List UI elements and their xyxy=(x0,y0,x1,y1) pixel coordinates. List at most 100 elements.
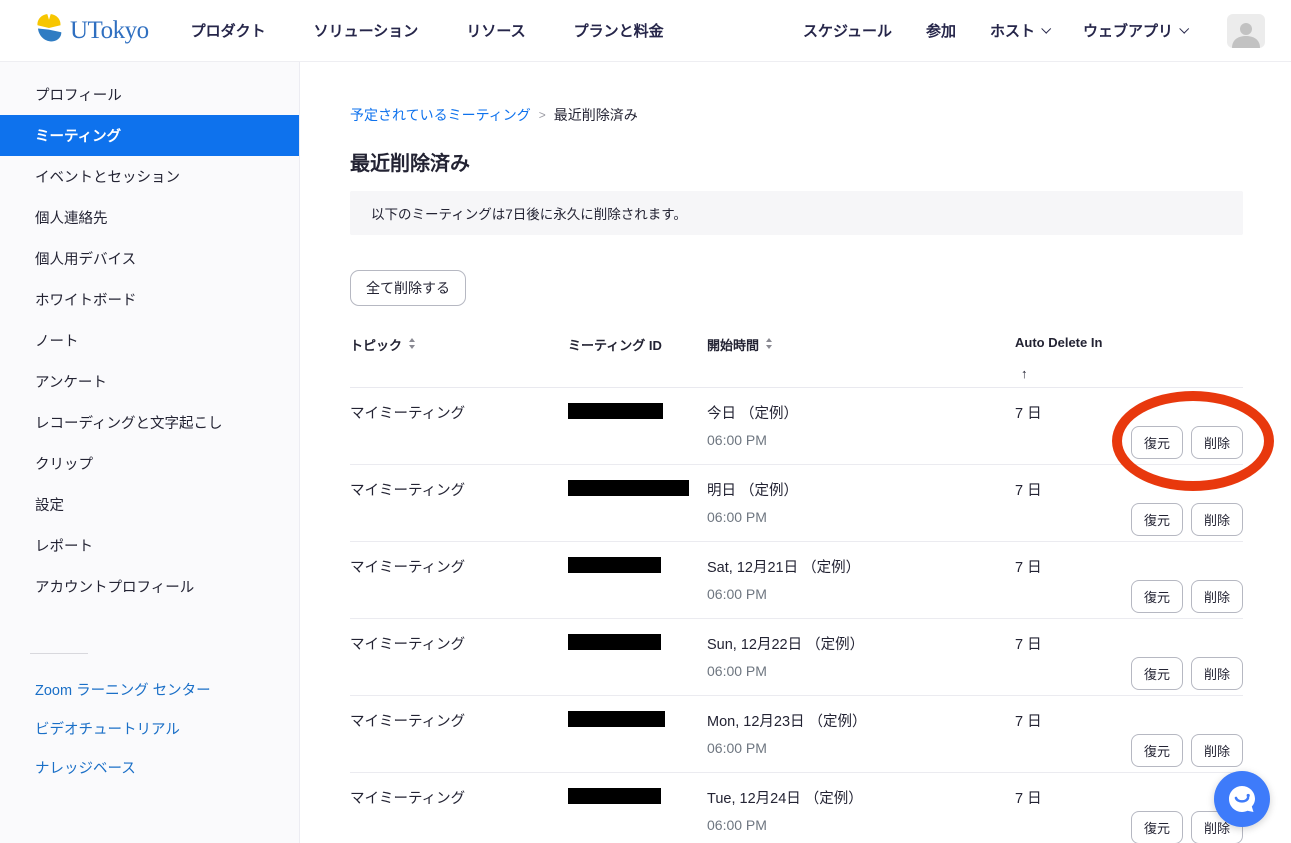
auto-delete-value: 7 日 xyxy=(1015,710,1125,772)
sidebar-item-account-profile[interactable]: アカウントプロフィール xyxy=(0,566,299,607)
sidebar-item-whiteboards[interactable]: ホワイトボード xyxy=(0,279,299,320)
meeting-date: Sun, 12月22日 （定例） xyxy=(707,633,1015,654)
redacted-meeting-id xyxy=(568,711,665,727)
sidebar-item-personal-contacts[interactable]: 個人連絡先 xyxy=(0,197,299,238)
column-header-topic[interactable]: トピック xyxy=(350,335,568,381)
auto-delete-value: 7 日 xyxy=(1015,787,1125,843)
sidebar-item-events-sessions[interactable]: イベントとセッション xyxy=(0,156,299,197)
restore-button[interactable]: 復元 xyxy=(1131,734,1183,767)
delete-button[interactable]: 削除 xyxy=(1191,426,1243,459)
restore-button[interactable]: 復元 xyxy=(1131,811,1183,843)
top-navigation-bar: UTokyo プロダクト ソリューション リソース プランと料金 スケジュール … xyxy=(0,0,1291,62)
row-actions: 復元 削除 xyxy=(1125,710,1243,772)
redacted-meeting-id xyxy=(568,480,689,496)
redacted-meeting-id xyxy=(568,557,661,573)
meeting-topic: マイミーティング xyxy=(350,633,568,695)
utokyo-logo[interactable]: UTokyo xyxy=(34,13,149,48)
utokyo-ginkgo-icon xyxy=(34,13,64,48)
sidebar-link-video-tutorials[interactable]: ビデオチュートリアル xyxy=(0,709,299,748)
nav-item-webapp-menu[interactable]: ウェブアプリ xyxy=(1083,20,1187,41)
meeting-time: 06:00 PM xyxy=(707,663,1015,679)
meeting-topic: マイミーティング xyxy=(350,710,568,772)
restore-button[interactable]: 復元 xyxy=(1131,657,1183,690)
delete-button[interactable]: 削除 xyxy=(1191,734,1243,767)
meeting-time: 06:00 PM xyxy=(707,817,1015,833)
nav-item-join[interactable]: 参加 xyxy=(926,20,956,41)
auto-delete-value: 7 日 xyxy=(1015,479,1125,541)
meeting-time: 06:00 PM xyxy=(707,586,1015,602)
breadcrumb-upcoming-meetings[interactable]: 予定されているミーティング xyxy=(350,105,531,125)
delete-button[interactable]: 削除 xyxy=(1191,503,1243,536)
meeting-date: Tue, 12月24日 （定例） xyxy=(707,787,1015,808)
nav-item-resources[interactable]: リソース xyxy=(466,20,525,41)
table-row: マイミーティング 明日 （定例） 06:00 PM 7 日 復元 削除 xyxy=(350,465,1243,542)
sidebar-item-reports[interactable]: レポート xyxy=(0,525,299,566)
table-row: マイミーティング Mon, 12月23日 （定例） 06:00 PM 7 日 復… xyxy=(350,696,1243,773)
chat-support-widget[interactable] xyxy=(1214,771,1270,827)
chevron-down-icon xyxy=(1041,23,1051,33)
sidebar-item-surveys[interactable]: アンケート xyxy=(0,361,299,402)
meeting-topic: マイミーティング xyxy=(350,787,568,843)
redacted-meeting-id xyxy=(568,788,661,804)
meeting-time: 06:00 PM xyxy=(707,740,1015,756)
nav-item-host-menu[interactable]: ホスト xyxy=(990,20,1049,41)
column-header-actions xyxy=(1125,335,1243,381)
meeting-topic: マイミーティング xyxy=(350,479,568,541)
row-actions: 復元 削除 xyxy=(1125,556,1243,618)
account-nav: スケジュール 参加 ホスト ウェブアプリ xyxy=(803,14,1265,48)
table-row: マイミーティング Sun, 12月22日 （定例） 06:00 PM 7 日 復… xyxy=(350,619,1243,696)
sidebar-divider xyxy=(30,653,88,654)
column-header-start-time[interactable]: 開始時間 xyxy=(707,335,1015,381)
sidebar-item-clips[interactable]: クリップ xyxy=(0,443,299,484)
auto-delete-value: 7 日 xyxy=(1015,402,1125,464)
nav-item-plans-pricing[interactable]: プランと料金 xyxy=(574,20,664,41)
meeting-topic: マイミーティング xyxy=(350,556,568,618)
page-title: 最近削除済み xyxy=(350,147,1243,176)
row-actions: 復元 削除 xyxy=(1125,402,1243,464)
sidebar-link-knowledge-base[interactable]: ナレッジベース xyxy=(0,748,299,787)
sidebar-item-settings[interactable]: 設定 xyxy=(0,484,299,525)
breadcrumb-separator: > xyxy=(539,108,546,122)
delete-button[interactable]: 削除 xyxy=(1191,580,1243,613)
table-row: マイミーティング 今日 （定例） 06:00 PM 7 日 復元 削除 xyxy=(350,388,1243,465)
column-header-meeting-id: ミーティング ID xyxy=(568,335,707,381)
sidebar-link-learning-center[interactable]: Zoom ラーニング センター xyxy=(0,670,299,709)
restore-button[interactable]: 復元 xyxy=(1131,580,1183,613)
row-actions: 復元 削除 xyxy=(1125,479,1243,541)
table-header-row: トピック ミーティング ID 開始時間 Auto Delete In ↑ xyxy=(350,335,1243,388)
meeting-topic: マイミーティング xyxy=(350,402,568,464)
meeting-time: 06:00 PM xyxy=(707,509,1015,525)
chat-bubble-icon xyxy=(1227,784,1257,814)
column-header-auto-delete-in[interactable]: Auto Delete In ↑ xyxy=(1015,335,1125,381)
user-avatar[interactable] xyxy=(1227,14,1265,48)
meeting-date: 明日 （定例） xyxy=(707,479,1015,500)
sort-icon[interactable] xyxy=(766,338,772,349)
nav-item-solutions[interactable]: ソリューション xyxy=(314,20,419,41)
nav-item-products[interactable]: プロダクト xyxy=(191,20,266,41)
restore-button[interactable]: 復元 xyxy=(1131,426,1183,459)
nav-item-schedule[interactable]: スケジュール xyxy=(803,20,892,41)
utokyo-logo-text: UTokyo xyxy=(70,17,149,45)
sort-ascending-icon: ↑ xyxy=(1021,366,1028,381)
row-actions: 復元 削除 xyxy=(1125,633,1243,695)
sidebar-item-profile[interactable]: プロフィール xyxy=(0,74,299,115)
meeting-date: Mon, 12月23日 （定例） xyxy=(707,710,1015,731)
restore-button[interactable]: 復元 xyxy=(1131,503,1183,536)
sidebar-item-personal-devices[interactable]: 個人用デバイス xyxy=(0,238,299,279)
delete-button[interactable]: 削除 xyxy=(1191,657,1243,690)
breadcrumb: 予定されているミーティング > 最近削除済み xyxy=(350,105,1243,125)
sidebar-item-notes[interactable]: ノート xyxy=(0,320,299,361)
main-content: 予定されているミーティング > 最近削除済み 最近削除済み 以下のミーティングは… xyxy=(300,62,1291,843)
auto-delete-value: 7 日 xyxy=(1015,556,1125,618)
delete-all-button[interactable]: 全て削除する xyxy=(350,270,466,306)
sidebar-item-meetings[interactable]: ミーティング xyxy=(0,115,299,156)
sidebar-item-recordings[interactable]: レコーディングと文字起こし xyxy=(0,402,299,443)
chevron-down-icon xyxy=(1179,23,1189,33)
table-row: マイミーティング Sat, 12月21日 （定例） 06:00 PM 7 日 復… xyxy=(350,542,1243,619)
table-row: マイミーティング Tue, 12月24日 （定例） 06:00 PM 7 日 復… xyxy=(350,773,1243,843)
sort-icon[interactable] xyxy=(409,338,415,349)
breadcrumb-current: 最近削除済み xyxy=(554,105,638,125)
meeting-time: 06:00 PM xyxy=(707,432,1015,448)
primary-nav: プロダクト ソリューション リソース プランと料金 xyxy=(191,20,664,41)
deletion-notice-banner: 以下のミーティングは7日後に永久に削除されます。 xyxy=(350,191,1243,235)
